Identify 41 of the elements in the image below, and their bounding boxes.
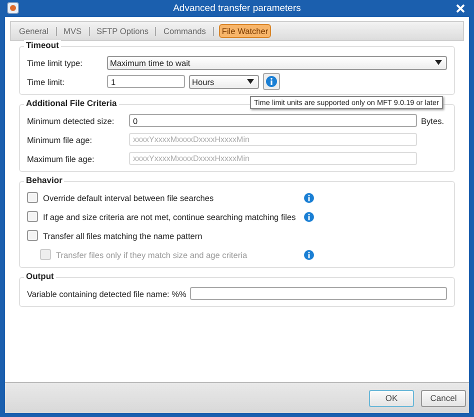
minimum-size-field[interactable]: 0 bbox=[129, 114, 417, 127]
info-icon[interactable] bbox=[304, 192, 314, 202]
dropdown-arrow-icon bbox=[247, 79, 254, 84]
unit-label: Bytes. bbox=[421, 116, 446, 126]
info-button[interactable] bbox=[263, 73, 280, 90]
close-icon[interactable] bbox=[456, 4, 465, 13]
group-title: Output bbox=[24, 271, 56, 281]
field-label: Minimum file age: bbox=[27, 134, 94, 144]
field-label: Time limit: bbox=[27, 76, 66, 86]
group-title: Timeout bbox=[24, 40, 61, 50]
ok-button[interactable]: OK bbox=[369, 390, 414, 406]
time-unit-dropdown[interactable]: Hours bbox=[189, 74, 259, 88]
checkbox-label: Transfer all files matching the name pattern bbox=[43, 230, 204, 240]
app-icon bbox=[7, 2, 19, 14]
info-icon bbox=[266, 76, 277, 87]
cancel-button[interactable]: Cancel bbox=[421, 390, 466, 406]
tab[interactable]: SFTP Options bbox=[94, 25, 150, 37]
time-limit-type-dropdown[interactable]: Maximum time to wait bbox=[107, 56, 447, 70]
checkbox-label: Transfer files only if they match size and age criteria bbox=[56, 250, 248, 260]
tab[interactable]: File Watcher bbox=[218, 24, 272, 38]
group-title: Behavior bbox=[24, 175, 64, 185]
checkbox[interactable] bbox=[27, 230, 38, 241]
checkbox[interactable] bbox=[27, 192, 38, 203]
field-label: Minimum detected size: bbox=[27, 116, 116, 126]
field-label: Variable containing detected file name: %% bbox=[27, 288, 186, 298]
variable-name-field[interactable] bbox=[190, 287, 447, 300]
group-title: Additional File Criteria bbox=[24, 98, 119, 108]
checkbox-label: If age and size criteria are not met, continue searching matching files bbox=[43, 212, 297, 222]
time-limit-field[interactable]: 1 bbox=[107, 75, 185, 88]
tab[interactable]: General bbox=[17, 25, 51, 37]
tab[interactable]: Commands bbox=[161, 25, 208, 37]
maximum-age-field[interactable]: xxxxYxxxxMxxxxDxxxxHxxxxMin bbox=[129, 152, 417, 165]
minimum-age-field[interactable]: xxxxYxxxxMxxxxDxxxxHxxxxMin bbox=[129, 133, 417, 146]
checkbox[interactable] bbox=[27, 211, 38, 222]
dropdown-arrow-icon bbox=[435, 60, 442, 65]
field-label: Time limit type: bbox=[27, 58, 84, 68]
window-title: Advanced transfer parameters bbox=[173, 3, 301, 14]
tab[interactable]: MVS bbox=[62, 25, 84, 37]
checkbox-label: Override default interval between file searches bbox=[43, 192, 215, 202]
field-label: Maximum file age: bbox=[27, 154, 96, 164]
info-icon[interactable] bbox=[304, 212, 314, 222]
